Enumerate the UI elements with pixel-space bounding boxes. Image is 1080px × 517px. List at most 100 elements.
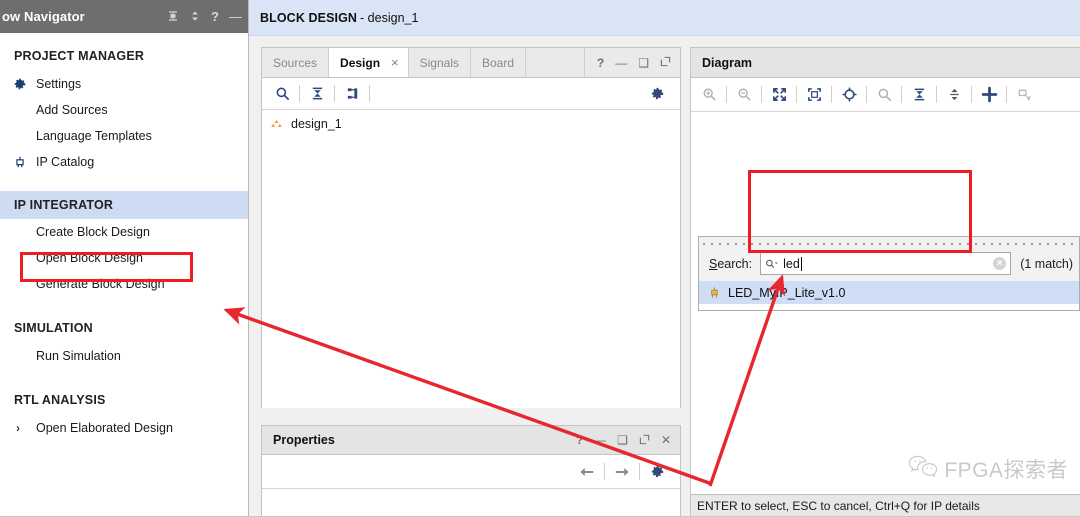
toolbar-separator <box>796 86 797 103</box>
nav-section-project-manager: PROJECT MANAGER <box>14 49 145 63</box>
minimize-icon[interactable]: — <box>229 10 242 23</box>
clear-icon[interactable]: × <box>993 257 1007 270</box>
flow-navigator-header: ow Navigator ? — <box>0 0 248 33</box>
sidebar-item-run-simulation[interactable]: Run Simulation <box>0 343 248 369</box>
toolbar-separator <box>901 86 902 103</box>
main-area: BLOCK DESIGN - design_1 Sources Design ×… <box>249 0 1080 516</box>
zoom-out-icon[interactable] <box>730 83 758 107</box>
expand-all-icon[interactable] <box>338 82 366 106</box>
search-icon[interactable] <box>268 82 296 106</box>
toolbar-separator <box>604 463 605 480</box>
watermark: FPGA探索者 <box>908 454 1068 484</box>
design-panel-window-buttons: ? — ❑ <box>583 48 680 77</box>
help-icon[interactable]: ? <box>576 434 583 446</box>
toolbar-separator <box>299 85 300 102</box>
sidebar-item-language-templates[interactable]: Language Templates <box>0 123 248 149</box>
diagram-toolbar <box>691 78 1080 112</box>
match-count-label: (1 match) <box>1020 256 1073 271</box>
collapse-all-icon[interactable] <box>303 82 331 106</box>
collapse-all-icon[interactable] <box>905 83 933 107</box>
popup-drag-handle[interactable] <box>703 239 1075 248</box>
toolbar-separator <box>761 86 762 103</box>
zoom-area-icon[interactable] <box>800 83 828 107</box>
nav-section-simulation: SIMULATION <box>14 321 93 335</box>
tab-design[interactable]: Design <box>329 48 387 77</box>
back-arrow-icon[interactable] <box>573 460 601 484</box>
ip-search-popup: Search: led × (1 match) LED_MyIP_Lite_v1… <box>698 236 1080 311</box>
ip-core-icon <box>708 286 721 299</box>
nav-section-ip-integrator: IP INTEGRATOR <box>0 191 248 219</box>
tab-label: Board <box>482 55 515 70</box>
search-input-value: led <box>783 256 800 271</box>
help-icon[interactable]: ? <box>597 57 604 69</box>
sidebar-item-settings[interactable]: Settings <box>0 71 248 97</box>
zoom-in-icon[interactable] <box>695 83 723 107</box>
watermark-text: FPGA探索者 <box>944 459 1068 482</box>
sidebar-item-ip-catalog[interactable]: IP Catalog <box>0 149 248 175</box>
sidebar-item-open-block-design[interactable]: Open Block Design <box>0 245 248 271</box>
expand-collapse-icon[interactable] <box>189 10 201 24</box>
status-text: ENTER to select, ESC to cancel, Ctrl+Q f… <box>697 498 980 513</box>
tree-item-design-1[interactable]: design_1 <box>262 110 680 131</box>
diagram-panel-header: Diagram <box>691 48 1080 78</box>
toolbar-separator <box>726 86 727 103</box>
refresh-layout-icon[interactable] <box>835 83 863 107</box>
settings-gear-icon[interactable] <box>643 82 671 106</box>
close-icon[interactable]: × <box>386 48 409 77</box>
close-icon[interactable]: ✕ <box>661 434 671 446</box>
float-icon[interactable] <box>660 56 671 69</box>
maximize-icon[interactable]: ❑ <box>638 57 649 69</box>
ip-search-row: Search: led × (1 match) <box>699 248 1079 281</box>
sidebar-item-label: IP Catalog <box>36 155 95 169</box>
sidebar-item-create-block-design[interactable]: Create Block Design <box>0 219 248 245</box>
float-icon[interactable] <box>639 434 650 447</box>
nav-section-rtl-analysis: RTL ANALYSIS <box>14 393 106 407</box>
design-panel: Sources Design × Signals Board ? — ❑ des… <box>261 47 681 408</box>
sidebar-item-label: Settings <box>36 77 82 91</box>
gear-icon <box>12 76 28 92</box>
collapse-all-icon[interactable] <box>167 10 179 24</box>
help-icon[interactable]: ? <box>211 10 219 23</box>
search-icon[interactable] <box>870 83 898 107</box>
page-title: Properties <box>273 433 335 447</box>
tab-label: Design <box>340 55 381 70</box>
sidebar-item-generate-block-design[interactable]: Generate Block Design <box>0 271 248 297</box>
tab-signals[interactable]: Signals <box>408 48 471 77</box>
zoom-fit-icon[interactable] <box>765 83 793 107</box>
add-module-icon[interactable] <box>1010 83 1038 107</box>
properties-window-buttons: ? — ❑ ✕ <box>564 434 680 447</box>
maximize-icon[interactable]: ❑ <box>617 434 628 446</box>
sidebar-item-open-elaborated-design[interactable]: › Open Elaborated Design <box>0 415 248 441</box>
search-icon <box>765 257 779 271</box>
chevron-right-icon: › <box>16 421 20 435</box>
add-ip-icon[interactable] <box>975 83 1003 107</box>
minimize-icon[interactable]: — <box>615 57 627 69</box>
toolbar-separator <box>831 86 832 103</box>
properties-panel-header: Properties ? — ❑ ✕ <box>262 426 680 455</box>
design-hierarchy-tree: design_1 <box>262 110 680 408</box>
expand-all-icon[interactable] <box>940 83 968 107</box>
properties-panel-toolbar <box>262 455 680 489</box>
forward-arrow-icon[interactable] <box>608 460 636 484</box>
vivado-screenshot: ow Navigator ? — PROJECT MANAGER Setting… <box>0 0 1080 517</box>
minimize-icon[interactable]: — <box>594 434 606 446</box>
search-input[interactable]: led × <box>760 252 1012 275</box>
search-label: Search: <box>709 257 752 271</box>
flow-navigator-panel: ow Navigator ? — PROJECT MANAGER Setting… <box>0 0 249 516</box>
diagram-canvas[interactable]: Search: led × (1 match) LED_MyIP_Lite_v1… <box>691 112 1080 516</box>
toolbar-separator <box>866 86 867 103</box>
flow-navigator-title: ow Navigator <box>2 9 85 24</box>
block-design-titlebar: BLOCK DESIGN - design_1 <box>249 0 1080 36</box>
block-design-icon <box>270 118 283 131</box>
design-panel-toolbar <box>262 78 680 110</box>
settings-gear-icon[interactable] <box>643 460 671 484</box>
sidebar-item-add-sources[interactable]: Add Sources <box>0 97 248 123</box>
list-item[interactable]: LED_MyIP_Lite_v1.0 <box>699 281 1079 304</box>
tab-sources[interactable]: Sources <box>262 48 330 77</box>
toolbar-separator <box>369 85 370 102</box>
toolbar-separator <box>639 463 640 480</box>
tab-board[interactable]: Board <box>471 48 527 77</box>
block-design-name: - design_1 <box>360 10 419 25</box>
